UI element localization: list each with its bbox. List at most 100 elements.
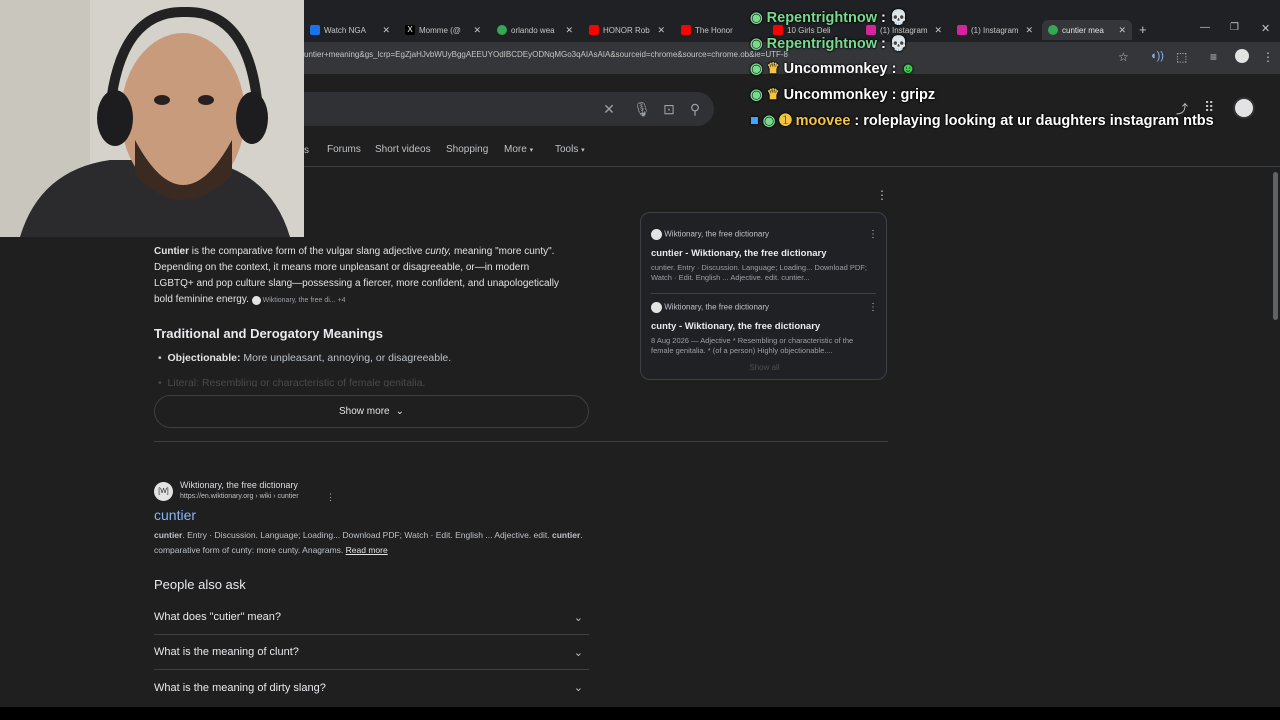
maximize-icon[interactable]: ❐ <box>1230 22 1239 33</box>
minimize-icon[interactable]: — <box>1200 22 1210 33</box>
tab-3[interactable]: orlando wea ✕ <box>497 20 573 40</box>
tab-8[interactable]: (1) Instagram ✕ <box>957 20 1033 40</box>
chevron-down-icon: ⌄ <box>573 611 583 624</box>
ai-overview: Cuntier is the comparative form of the v… <box>154 244 569 309</box>
result-cite[interactable]: https://en.wiktionary.org › wiki › cunti… <box>180 493 299 500</box>
source-snippet: cuntier. Entry · Discussion. Language; L… <box>651 263 867 282</box>
scrollbar-thumb[interactable] <box>1273 172 1278 320</box>
paa-heading: People also ask <box>154 577 246 592</box>
bottom-bar <box>0 707 1280 720</box>
close-icon[interactable]: ✕ <box>657 25 665 36</box>
source-title[interactable]: cuntier - Wiktionary, the free dictionar… <box>651 248 876 259</box>
source-item[interactable]: Wiktionary, the free dictionary cuntier … <box>651 229 876 283</box>
x-logo-icon: X <box>405 25 415 35</box>
chevron-down-icon: ⌄ <box>395 406 404 417</box>
microphone-icon[interactable]: 🎙 <box>633 100 651 118</box>
camera-lens-icon[interactable]: ⊡ <box>660 100 678 118</box>
result-options-icon[interactable]: ⋮ <box>326 492 335 503</box>
tab-active[interactable]: cuntier mea ✕ <box>1042 20 1132 40</box>
close-icon[interactable]: ✕ <box>565 25 573 36</box>
paa-question[interactable]: What is the meaning of dirty slang? ⌄ <box>154 670 589 705</box>
divider <box>651 293 876 294</box>
chevron-down-icon: ⌄ <box>573 682 583 694</box>
skull-emote-icon: 💀 <box>889 10 908 26</box>
badge-icon: ◉ <box>762 113 776 129</box>
divider <box>154 441 888 442</box>
overview-text: Cuntier is the comparative form of the v… <box>154 246 559 305</box>
overview-options-icon[interactable]: ⋮ <box>876 188 888 202</box>
chat-message: ◉ Repentrightnow : 💀 <box>750 35 908 53</box>
tab-partial[interactable]: s <box>304 145 309 156</box>
account-avatar[interactable] <box>1233 97 1255 119</box>
source-item[interactable]: Wiktionary, the free dictionary cunty - … <box>651 302 876 356</box>
google-icon <box>497 25 507 35</box>
wiktionary-icon <box>651 302 662 313</box>
tab-1[interactable]: Watch NGA ✕ <box>310 20 390 40</box>
tab-5[interactable]: The Honor <box>681 20 747 40</box>
tab-2[interactable]: X Momme (@ ✕ <box>405 20 481 40</box>
gift-badge-icon: ➊ <box>779 113 792 129</box>
sources-card: Wiktionary, the free dictionary cuntier … <box>640 212 887 380</box>
list-item: • Objectionable: More unpleasant, annoyi… <box>158 352 452 364</box>
search-icon[interactable]: ⚲ <box>686 100 704 118</box>
read-aloud-icon[interactable]: ◖)) <box>1150 50 1164 62</box>
badge-icon: ◉ <box>750 61 763 77</box>
close-icon[interactable]: ✕ <box>382 25 390 36</box>
media-control-icon[interactable]: ≡ <box>1210 50 1217 64</box>
read-more-link[interactable]: Read more <box>346 545 388 555</box>
result-title-link[interactable]: cuntier <box>154 507 196 523</box>
badge-icon: ◉ <box>750 87 763 103</box>
youtube-icon <box>589 25 599 35</box>
youtube-icon <box>681 25 691 35</box>
search-input[interactable] <box>300 92 714 126</box>
caret-down-icon: ▾ <box>529 147 534 154</box>
more-options-icon[interactable]: ⋮ <box>868 229 878 240</box>
instagram-icon <box>957 25 967 35</box>
chat-message: ◉ ♛ Uncommonkey : ☻ <box>750 61 916 77</box>
close-icon[interactable]: ✕ <box>473 25 481 36</box>
crown-badge-icon: ♛ <box>766 61 780 77</box>
clear-search-icon[interactable]: ✕ <box>600 100 618 118</box>
tab-shopping[interactable]: Shopping <box>446 144 488 155</box>
tab-tools[interactable]: Tools ▾ <box>555 144 585 155</box>
chrome-menu-icon[interactable]: ⋮ <box>1262 50 1274 64</box>
tab-favicon-icon <box>310 25 320 35</box>
show-more-button[interactable]: Show more ⌄ <box>154 395 589 428</box>
source-title[interactable]: cunty - Wiktionary, the free dictionary <box>651 321 876 332</box>
green-face-emote-icon: ☻ <box>900 61 916 77</box>
new-tab-icon[interactable]: + <box>1139 22 1147 37</box>
more-options-icon[interactable]: ⋮ <box>868 302 878 313</box>
google-icon <box>1048 25 1058 35</box>
paa-question[interactable]: What does "cutier" mean? ⌄ <box>154 600 589 635</box>
close-icon[interactable]: ✕ <box>934 25 942 36</box>
paa-question[interactable]: What is the meaning of clunt? ⌄ <box>154 635 589 670</box>
chat-message: ◉ ♛ Uncommonkey : gripz <box>750 87 936 103</box>
badge-icon: ◉ <box>750 35 763 52</box>
crown-badge-icon: ♛ <box>766 87 780 103</box>
url-text[interactable]: untier+meaning&gs_lcrp=EgZjaHJvbWUyBggAE… <box>304 50 788 59</box>
source-chip[interactable]: Wiktionary, the free di... +4 <box>251 295 346 305</box>
result-snippet: cuntier. Entry · Discussion. Language; L… <box>154 530 583 555</box>
youtube-icon <box>773 25 783 35</box>
close-window-icon[interactable]: ✕ <box>1261 22 1270 35</box>
tab-more[interactable]: More ▾ <box>504 144 533 155</box>
wiktionary-icon: [W] <box>154 482 173 501</box>
bookmark-star-icon[interactable]: ☆ <box>1118 50 1129 64</box>
wiktionary-icon <box>651 229 662 240</box>
extensions-icon[interactable]: ⬚ <box>1176 50 1187 64</box>
caret-down-icon: ▾ <box>581 147 585 154</box>
close-icon[interactable]: ✕ <box>1118 25 1126 36</box>
webcam-overlay <box>0 0 304 237</box>
tab-forums[interactable]: Forums <box>327 144 361 155</box>
skull-emote-icon: 💀 <box>889 36 908 52</box>
chat-message: ◉ Repentrightnow : 💀 <box>750 9 908 27</box>
tab-short-videos[interactable]: Short videos <box>375 144 431 155</box>
profile-avatar[interactable] <box>1235 49 1249 63</box>
result-site-name[interactable]: Wiktionary, the free dictionary <box>180 480 298 490</box>
close-icon[interactable]: ✕ <box>1025 25 1033 36</box>
section-heading: Traditional and Derogatory Meanings <box>154 326 383 341</box>
show-all-button[interactable]: Show all <box>641 363 886 372</box>
tab-4[interactable]: HONOR Rob ✕ <box>589 20 665 40</box>
chat-message: ■ ◉ ➊ moovee : roleplaying looking at ur da… <box>750 113 1214 129</box>
cube-badge-icon: ■ <box>750 113 759 129</box>
